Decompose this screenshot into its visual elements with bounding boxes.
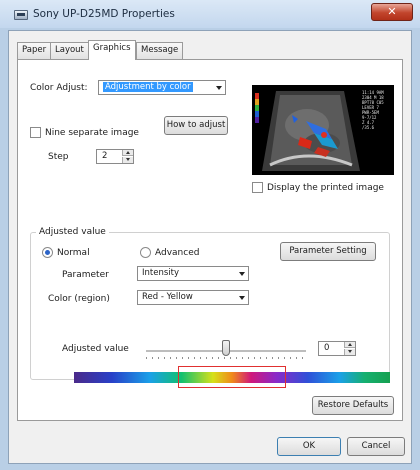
color-region-label: Color (region) bbox=[48, 294, 110, 304]
normal-radio-label: Normal bbox=[57, 248, 90, 258]
color-adjust-select[interactable]: Adjustment by color bbox=[98, 80, 226, 95]
nine-separate-checkbox[interactable] bbox=[30, 127, 41, 138]
adjusted-value-legend: Adjusted value bbox=[36, 227, 109, 237]
step-value: 2 bbox=[102, 151, 108, 161]
color-region-highlight bbox=[178, 366, 286, 388]
normal-radio[interactable] bbox=[42, 247, 53, 258]
color-region-select[interactable]: Red - Yellow bbox=[137, 290, 249, 305]
restore-defaults-button[interactable]: Restore Defaults bbox=[312, 396, 394, 415]
title-bar[interactable]: Sony UP-D25MD Properties ✕ bbox=[0, 0, 420, 28]
chevron-down-icon bbox=[239, 272, 245, 276]
properties-window: Sony UP-D25MD Properties ✕ Paper Layout … bbox=[0, 0, 420, 470]
tab-message[interactable]: Message bbox=[136, 42, 184, 59]
step-stepper[interactable]: 2 bbox=[96, 149, 134, 164]
slider-ticks bbox=[146, 357, 306, 359]
printer-icon bbox=[14, 10, 28, 20]
tab-graphics[interactable]: Graphics bbox=[88, 40, 136, 60]
preview-readout-line: /35.6 bbox=[362, 125, 375, 130]
window-title: Sony UP-D25MD Properties bbox=[33, 8, 175, 20]
adjusted-value-label: Adjusted value bbox=[62, 344, 129, 354]
advanced-radio-label: Advanced bbox=[155, 248, 200, 258]
graphics-panel: Color Adjust: Adjustment by color How to… bbox=[17, 59, 403, 421]
cancel-button[interactable]: Cancel bbox=[347, 437, 405, 456]
color-adjust-label: Color Adjust: bbox=[30, 83, 88, 93]
chevron-down-icon bbox=[239, 296, 245, 300]
color-adjust-value: Adjustment by color bbox=[103, 82, 193, 92]
parameter-select[interactable]: Intensity bbox=[137, 266, 249, 281]
tab-layout[interactable]: Layout bbox=[50, 42, 89, 59]
step-down-icon[interactable] bbox=[122, 157, 133, 163]
step-up-icon[interactable] bbox=[122, 150, 133, 156]
parameter-value: Intensity bbox=[142, 268, 179, 278]
close-button[interactable]: ✕ bbox=[371, 3, 413, 21]
adjusted-value-stepper[interactable]: 0 bbox=[318, 341, 356, 356]
value-up-icon[interactable] bbox=[344, 342, 355, 348]
value-down-icon[interactable] bbox=[344, 349, 355, 355]
chevron-down-icon bbox=[216, 86, 222, 90]
adjusted-value-number: 0 bbox=[324, 343, 330, 353]
slider-thumb[interactable] bbox=[222, 340, 230, 356]
dialog-body: Paper Layout Graphics Message Color Adju… bbox=[8, 30, 412, 464]
color-region-value: Red - Yellow bbox=[142, 292, 193, 302]
parameter-label: Parameter bbox=[62, 270, 109, 280]
preview-readout: 11:14 9AM 2304 M 18 BPT78 C05 LEVER 7 PW… bbox=[362, 90, 392, 130]
tab-paper[interactable]: Paper bbox=[17, 42, 52, 59]
display-printed-label: Display the printed image bbox=[267, 183, 384, 193]
print-preview: 11:14 9AM 2304 M 18 BPT78 C05 LEVER 7 PW… bbox=[252, 85, 394, 175]
display-printed-checkbox[interactable] bbox=[252, 182, 263, 193]
ok-button[interactable]: OK bbox=[277, 437, 341, 456]
advanced-radio[interactable] bbox=[140, 247, 151, 258]
how-to-adjust-button[interactable]: How to adjust bbox=[164, 116, 228, 135]
parameter-setting-button[interactable]: Parameter Setting bbox=[280, 242, 376, 261]
nine-separate-label: Nine separate image bbox=[45, 128, 139, 138]
step-label: Step bbox=[48, 152, 69, 162]
